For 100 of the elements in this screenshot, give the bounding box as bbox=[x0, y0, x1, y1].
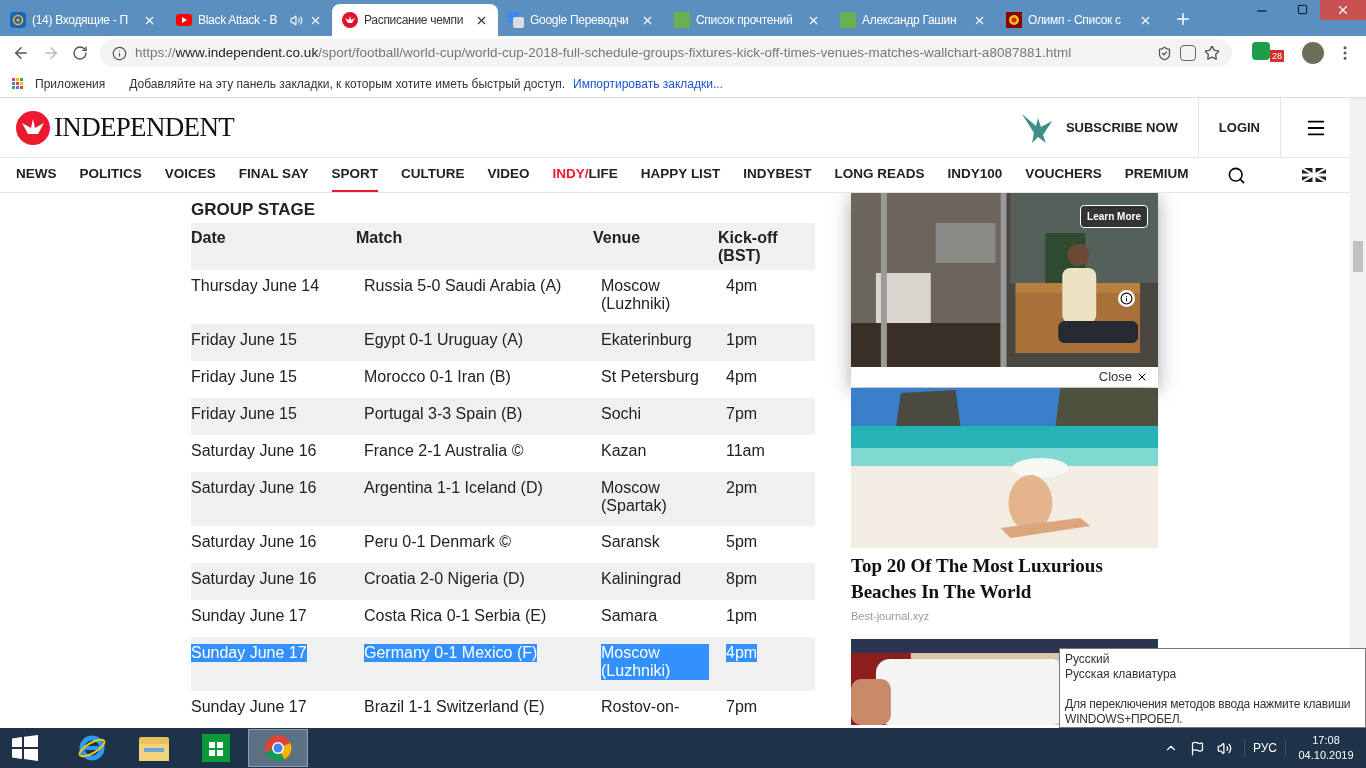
table-cell: 4pm bbox=[726, 277, 758, 295]
table-cell: Friday June 15 bbox=[191, 405, 297, 423]
table-cell: 4pm bbox=[726, 368, 758, 386]
tooltip-hint: Для переключения методов ввода нажмите клавиши WINDOWS+ПРОБЕЛ. bbox=[1065, 697, 1352, 727]
table-cell: 11am bbox=[726, 442, 765, 460]
shield-icon[interactable] bbox=[1157, 45, 1172, 61]
new-tab-icon[interactable] bbox=[1174, 10, 1192, 28]
tab-title: Расписание чемпи bbox=[364, 12, 465, 29]
table-cell: 4pm bbox=[726, 644, 758, 662]
browser-tab[interactable]: Расписание чемпи bbox=[332, 4, 498, 36]
table-cell: Kazan bbox=[601, 442, 647, 460]
column-header: Date bbox=[191, 228, 227, 248]
column-header: Venue bbox=[593, 228, 642, 248]
close-icon bbox=[1336, 3, 1350, 17]
login-link[interactable]: LOGIN bbox=[1197, 98, 1280, 157]
windows-icon[interactable] bbox=[12, 735, 38, 761]
close-icon[interactable] bbox=[1136, 371, 1148, 383]
star-icon[interactable] bbox=[1204, 45, 1220, 61]
table-cell: 1pm bbox=[726, 607, 758, 625]
import-bookmarks-link[interactable]: Импортировать закладки... bbox=[573, 74, 723, 93]
tab-title: Олимп - Список с bbox=[1028, 12, 1122, 29]
tab-title: Александр Гашин bbox=[862, 12, 958, 29]
table-cell: Costa Rica 0-1 Serbia (E) bbox=[364, 607, 547, 625]
nav-link[interactable]: NEWS bbox=[16, 158, 57, 192]
table-cell: Saturday June 16 bbox=[191, 479, 317, 497]
square-icon bbox=[674, 12, 690, 28]
apps-icon[interactable] bbox=[12, 78, 23, 89]
store-icon bbox=[202, 734, 230, 762]
chrome-icon bbox=[264, 734, 292, 762]
table-cell: Friday June 15 bbox=[191, 368, 297, 386]
avatar[interactable] bbox=[1302, 42, 1324, 64]
nav-link[interactable]: PREMIUM bbox=[1124, 158, 1189, 192]
table-cell: Samara bbox=[601, 607, 658, 625]
table-cell: Brazil 1-1 Switzerland (E) bbox=[364, 698, 545, 716]
badge: 28 bbox=[1270, 50, 1284, 62]
table-cell: Egypt 0-1 Uruguay (A) bbox=[364, 331, 524, 349]
table-cell: Thursday June 14 bbox=[191, 277, 320, 295]
table-cell-text: Moscow (Spartak) bbox=[601, 479, 668, 515]
square-icon bbox=[840, 12, 856, 28]
table-cell: 8pm bbox=[726, 570, 758, 588]
nav-link[interactable]: FINAL SAY bbox=[238, 158, 309, 192]
info-icon bbox=[112, 45, 127, 61]
table-cell: 2pm bbox=[726, 479, 758, 497]
bookmarks-hint: Добавляйте на эту панель закладки, к которым хотите иметь быстрый доступ. bbox=[129, 75, 565, 93]
nav-link[interactable]: INDY/LIFE bbox=[552, 158, 618, 192]
table-cell: Portugal 3-3 Spain (B) bbox=[364, 405, 523, 423]
learn-more-button[interactable]: Learn More bbox=[1080, 205, 1148, 228]
flag-icon[interactable] bbox=[1302, 168, 1326, 182]
table-cell: Moscow (Luzhniki) bbox=[601, 644, 709, 680]
table-cell: Croatia 2-0 Nigeria (D) bbox=[364, 570, 525, 588]
nav-link[interactable]: VOUCHERS bbox=[1025, 158, 1102, 192]
apps-link[interactable]: Приложения bbox=[35, 74, 106, 93]
play-icon bbox=[176, 14, 192, 26]
nav-link[interactable]: VIDEO bbox=[487, 158, 530, 192]
language-indicator[interactable]: РУС bbox=[1243, 739, 1286, 757]
nav-link[interactable]: INDY100 bbox=[947, 158, 1003, 192]
search-icon[interactable] bbox=[1227, 165, 1246, 185]
nav-link[interactable]: VOICES bbox=[164, 158, 216, 192]
clock-time[interactable]: 17:08 bbox=[1312, 733, 1340, 748]
table-cell: 5pm bbox=[726, 533, 758, 551]
maximize-icon[interactable] bbox=[1297, 4, 1308, 15]
table-cell: Argentina 1-1 Iceland (D) bbox=[364, 479, 543, 497]
close-link[interactable]: Close bbox=[1098, 367, 1132, 387]
tooltip-layout: Русская клавиатура bbox=[1065, 667, 1178, 682]
table-cell: Saturday June 16 bbox=[191, 533, 317, 551]
subscribe-link[interactable]: SUBSCRIBE NOW bbox=[1065, 117, 1178, 138]
table-cell: France 2-1 Australia © bbox=[364, 442, 524, 460]
at-sign-icon bbox=[10, 12, 26, 28]
address-field[interactable]: https://www.independent.co.uk/sport/football/world-cup/world-cup-2018-full-schedule-groups-fixtures-kick-off-times-venues-matches-wallchart-a8087881.html bbox=[100, 39, 1232, 67]
tab-title: (14) Входящие - П bbox=[32, 12, 129, 29]
table-cell: St Petersburg bbox=[601, 368, 699, 386]
nav-link[interactable]: SPORT bbox=[331, 158, 379, 192]
nav-link[interactable]: CULTURE bbox=[401, 158, 465, 192]
table-cell: 7pm bbox=[726, 698, 758, 716]
table-cell: Friday June 15 bbox=[191, 331, 297, 349]
nav-link[interactable]: HAPPY LIST bbox=[640, 158, 721, 192]
table-cell: 1pm bbox=[726, 331, 758, 349]
nav-link[interactable]: INDYBEST bbox=[743, 158, 812, 192]
nav-link[interactable]: POLITICS bbox=[79, 158, 142, 192]
table-cell: Sunday June 17 bbox=[191, 644, 307, 662]
tab-title: Black Attack - B bbox=[198, 12, 279, 29]
column-header: Match bbox=[356, 228, 404, 248]
speaker-icon[interactable] bbox=[1216, 740, 1232, 756]
flag-icon[interactable] bbox=[1189, 740, 1205, 756]
table-cell: Sochi bbox=[601, 405, 642, 423]
emblem-icon bbox=[1006, 12, 1022, 28]
clock-date[interactable]: 04.10.2019 bbox=[1298, 748, 1354, 763]
table-cell: Saturday June 16 bbox=[191, 570, 317, 588]
back-icon[interactable] bbox=[12, 44, 30, 62]
ad-headline[interactable]: Top 20 Of The Most Luxurious Beaches In The World bbox=[851, 553, 1158, 605]
site-logo[interactable]: INDEPENDENT bbox=[54, 107, 235, 148]
table-cell: Morocco 0-1 Iran (B) bbox=[364, 368, 511, 386]
tooltip-language: Русский bbox=[1065, 652, 1111, 667]
table-cell: Saransk bbox=[601, 533, 660, 551]
nav-link[interactable]: LONG READS bbox=[834, 158, 925, 192]
tab-title: Google Переводчи bbox=[530, 12, 630, 29]
folder-icon bbox=[138, 734, 170, 762]
reload-icon[interactable] bbox=[72, 45, 88, 61]
table-cell: Kaliningrad bbox=[601, 570, 682, 588]
table-cell: Sunday June 17 bbox=[191, 607, 307, 625]
